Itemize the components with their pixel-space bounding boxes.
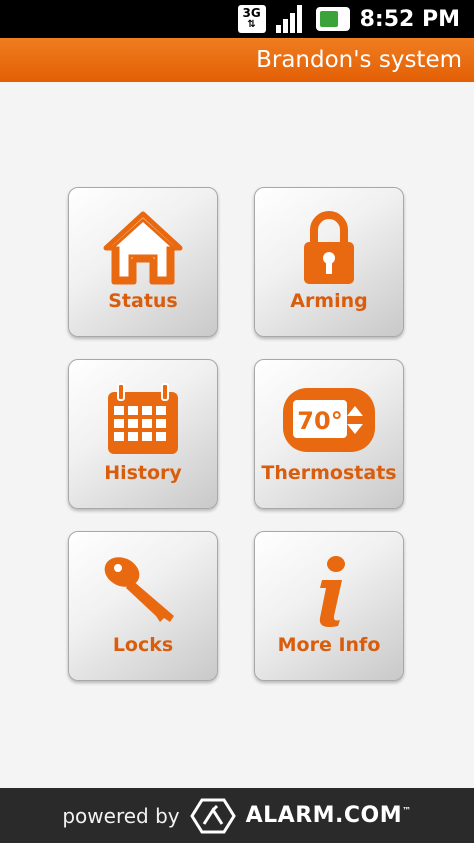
key-icon bbox=[104, 557, 174, 622]
network-type-label: 3G bbox=[242, 6, 261, 20]
brand-name: ALARM.COM™ bbox=[246, 803, 412, 828]
padlock-icon bbox=[304, 211, 354, 284]
footer: powered by ALARM.COM™ bbox=[0, 788, 474, 843]
thermostat-icon: 70° bbox=[283, 388, 375, 452]
arming-label: Arming bbox=[290, 290, 368, 312]
title-bar: Brandon's system bbox=[0, 38, 474, 82]
arming-button[interactable]: Arming bbox=[254, 187, 404, 337]
brand-text: ALARM.COM bbox=[245, 803, 403, 828]
alarm-com-logo-icon bbox=[189, 798, 236, 833]
history-button[interactable]: History bbox=[68, 359, 218, 509]
status-label: Status bbox=[108, 290, 178, 312]
locks-label: Locks bbox=[112, 634, 174, 656]
page-title: Brandon's system bbox=[256, 47, 462, 73]
status-bar: 3G ⇅ 8:52 PM bbox=[0, 0, 474, 38]
locks-button[interactable]: Locks bbox=[68, 531, 218, 681]
info-icon bbox=[319, 556, 345, 627]
status-button[interactable]: Status bbox=[68, 187, 218, 337]
signal-icon bbox=[275, 5, 306, 33]
network-3g-icon: 3G ⇅ bbox=[237, 5, 266, 33]
more-info-button[interactable]: More Info bbox=[254, 531, 404, 681]
battery-icon bbox=[315, 7, 350, 31]
main-menu-grid: Status Arming History 70° Thermostats Lo… bbox=[68, 187, 404, 681]
calendar-icon bbox=[108, 383, 178, 454]
powered-by-text: powered by bbox=[62, 803, 180, 828]
trademark-mark: ™ bbox=[402, 806, 412, 817]
clock: 8:52 PM bbox=[359, 6, 460, 32]
more-info-label: More Info bbox=[277, 634, 381, 656]
thermostat-temp-text: 70° bbox=[297, 407, 342, 435]
thermostats-button[interactable]: 70° Thermostats bbox=[254, 359, 404, 509]
thermostats-label: Thermostats bbox=[261, 462, 397, 484]
history-label: History bbox=[104, 462, 182, 484]
house-icon bbox=[103, 211, 183, 285]
